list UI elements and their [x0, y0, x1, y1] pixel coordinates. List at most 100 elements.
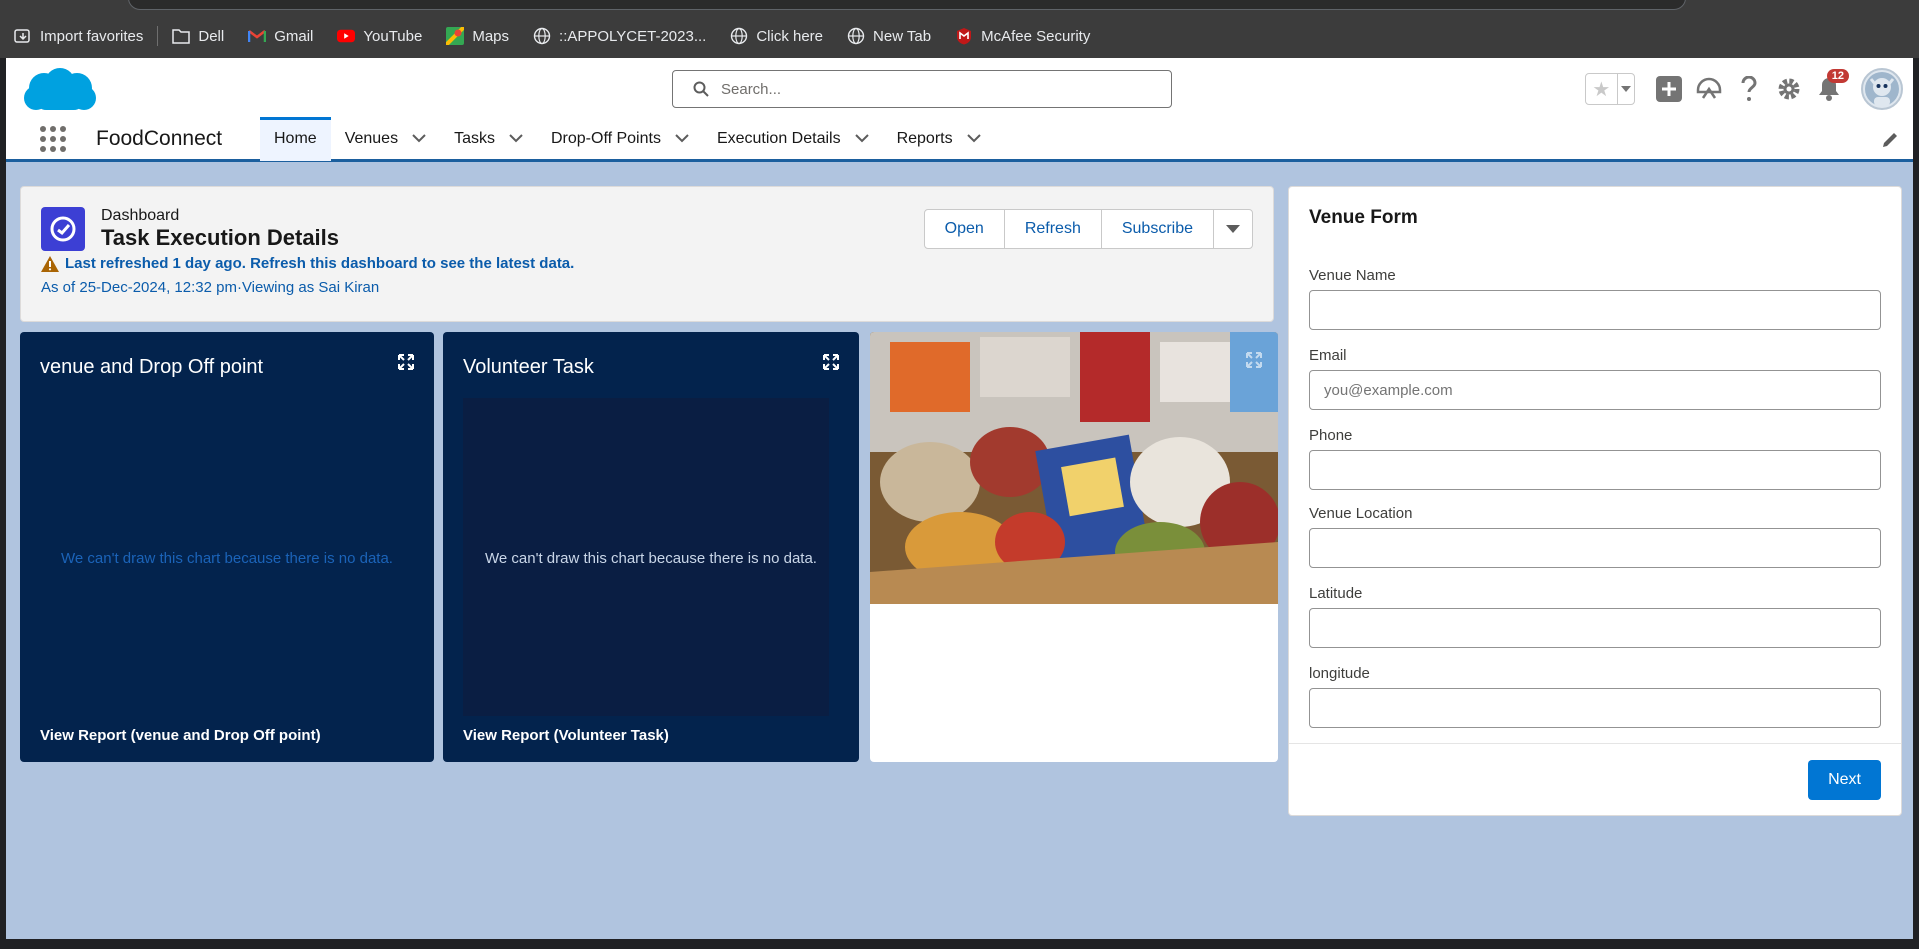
bookmarks-bar: Import favorites Dell Gmail YouTube Maps… [0, 22, 1114, 50]
field-label: Venue Location [1309, 505, 1413, 522]
tab-label: Tasks [454, 129, 495, 147]
gmail-icon [248, 27, 267, 45]
avatar-icon [1865, 72, 1899, 106]
setup-button[interactable] [1773, 73, 1805, 105]
field-label: Latitude [1309, 585, 1363, 602]
expand-icon[interactable] [823, 354, 839, 375]
email-field: Email you@example.com [1309, 347, 1881, 410]
bookmark-youtube[interactable]: YouTube [337, 27, 422, 45]
next-button[interactable]: Next [1808, 760, 1881, 800]
pencil-icon [1883, 133, 1897, 147]
header-utility-icons: ★ 12 [1585, 68, 1903, 110]
dashboard-component-volunteer-task: Volunteer Task We can't draw this chart … [443, 332, 859, 762]
longitude-input[interactable] [1309, 688, 1881, 728]
dashboard-component-venue-dropoff: venue and Drop Off point We can't draw t… [20, 332, 434, 762]
field-label: Phone [1309, 427, 1353, 444]
global-search-input[interactable]: Search... [672, 70, 1172, 108]
tab-reports[interactable]: Reports [883, 117, 995, 161]
component-title: Volunteer Task [463, 356, 594, 378]
tab-tasks[interactable]: Tasks [440, 117, 537, 161]
add-icon [1656, 76, 1682, 102]
import-icon [14, 27, 32, 45]
caret-down-icon [1226, 225, 1240, 233]
bookmark-click-here[interactable]: Click here [730, 27, 823, 45]
chevron-down-icon[interactable] [854, 134, 869, 143]
phone-field: Phone [1309, 427, 1881, 490]
browser-toolbar: Import favorites Dell Gmail YouTube Maps… [0, 0, 1919, 58]
help-icon [1741, 76, 1757, 101]
bookmark-maps[interactable]: Maps [446, 27, 509, 45]
search-icon [693, 81, 709, 97]
bookmark-label: Import favorites [40, 27, 144, 45]
field-label: longitude [1309, 665, 1370, 682]
help-button[interactable] [1733, 73, 1765, 105]
tab-venues[interactable]: Venues [331, 117, 440, 161]
edit-nav-items-button[interactable] [1881, 131, 1899, 154]
guidance-center-button[interactable] [1693, 73, 1725, 105]
gear-icon [1778, 78, 1800, 100]
open-button[interactable]: Open [925, 210, 1005, 248]
tab-label: Drop-Off Points [550, 129, 661, 147]
as-of-text: As of 25-Dec-2024, 12:32 pm·Viewing as S… [41, 279, 380, 296]
folder-icon [172, 27, 191, 45]
bookmark-label: Gmail [274, 27, 314, 45]
venue-form: Venue Form Venue Name Email you@example.… [1288, 186, 1902, 816]
chevron-down-icon[interactable] [966, 134, 981, 143]
tab-label: Reports [896, 129, 953, 147]
form-title: Venue Form [1309, 207, 1418, 228]
form-footer: Next [1289, 743, 1901, 815]
bookmark-dell[interactable]: Dell [172, 27, 224, 45]
bookmark-appolycet[interactable]: ::APPOLYCET-2023... [533, 27, 706, 45]
bookmark-label: Maps [472, 27, 510, 45]
field-label: Email [1309, 347, 1347, 364]
chevron-down-icon[interactable] [412, 134, 426, 143]
chevron-down-icon[interactable] [675, 134, 689, 143]
salesforce-app: Search... ★ 12 FoodConnect Home Venues T… [6, 58, 1913, 939]
bookmark-import-favorites[interactable]: Import favorites [14, 27, 143, 45]
user-avatar-button[interactable] [1861, 68, 1903, 110]
latitude-input[interactable] [1309, 608, 1881, 648]
app-launcher-button[interactable] [40, 125, 70, 152]
longitude-field: longitude [1309, 665, 1881, 728]
bookmark-divider [157, 26, 159, 46]
email-input[interactable]: you@example.com [1309, 370, 1881, 410]
tab-execution-details[interactable]: Execution Details [703, 117, 883, 161]
venue-location-input[interactable] [1309, 528, 1881, 568]
notifications-button[interactable]: 12 [1813, 69, 1849, 105]
bookmark-label: Click here [756, 27, 824, 45]
more-actions-button[interactable] [1214, 210, 1252, 248]
tab-home[interactable]: Home [260, 116, 331, 161]
bookmark-mcafee[interactable]: McAfee Security [955, 27, 1090, 45]
youtube-icon [337, 27, 356, 45]
expand-icon[interactable] [398, 354, 414, 375]
warning-icon [41, 255, 59, 272]
view-report-link[interactable]: View Report (venue and Drop Off point) [40, 727, 321, 744]
component-title: venue and Drop Off point [40, 356, 264, 378]
venue-location-field: Venue Location [1309, 505, 1881, 568]
bookmark-gmail[interactable]: Gmail [248, 27, 313, 45]
bookmark-new-tab[interactable]: New Tab [847, 27, 931, 45]
venue-name-input[interactable] [1309, 290, 1881, 330]
dashboard-icon [41, 207, 85, 251]
global-actions-button[interactable] [1653, 73, 1685, 105]
chevron-down-icon[interactable] [509, 134, 523, 143]
tab-label: Venues [344, 129, 399, 147]
address-bar[interactable] [128, 0, 1686, 10]
favorites-dropdown-button[interactable] [1616, 74, 1634, 104]
subscribe-button[interactable]: Subscribe [1102, 210, 1214, 248]
warning-text: Last refreshed 1 day ago. Refresh this d… [65, 255, 575, 272]
bookmark-label: ::APPOLYCET-2023... [559, 27, 707, 45]
global-header: Search... ★ 12 [6, 58, 1913, 118]
dashboard-actions: Open Refresh Subscribe [923, 209, 1253, 249]
view-report-link[interactable]: View Report (Volunteer Task) [463, 727, 669, 744]
globe-icon [847, 27, 865, 45]
phone-input[interactable] [1309, 450, 1881, 490]
refresh-button[interactable]: Refresh [1005, 210, 1102, 248]
expand-icon[interactable] [1246, 352, 1262, 373]
tab-drop-off-points[interactable]: Drop-Off Points [537, 117, 703, 161]
dashboard-type-label: Dashboard [101, 207, 180, 224]
search-placeholder: Search... [721, 80, 782, 98]
salesforce-logo-icon[interactable] [22, 66, 98, 121]
latitude-field: Latitude [1309, 585, 1881, 648]
favorites-button[interactable]: ★ [1585, 73, 1635, 105]
